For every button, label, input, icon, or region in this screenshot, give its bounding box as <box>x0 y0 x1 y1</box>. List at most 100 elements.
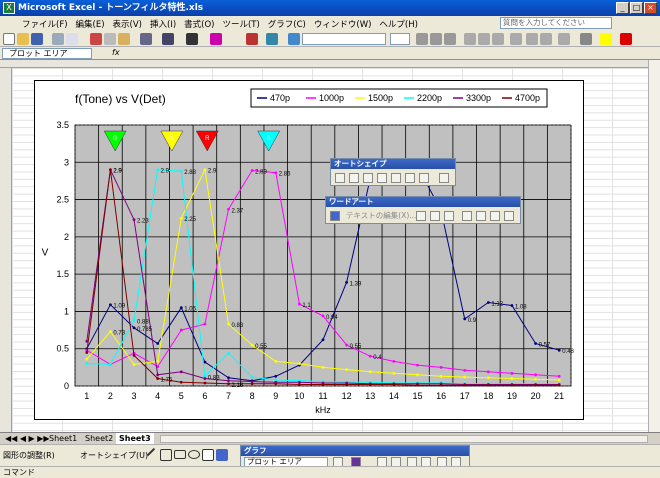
close-button[interactable]: × <box>644 2 657 14</box>
fill-color-icon[interactable] <box>600 33 612 45</box>
align-right-icon[interactable] <box>492 33 504 45</box>
copy-icon[interactable] <box>104 33 116 45</box>
x-tick-label: 7 <box>226 391 231 401</box>
maximize-button[interactable]: □ <box>630 2 643 14</box>
menu-file[interactable]: ファイル(F) <box>18 18 72 30</box>
tab-scroll-icon[interactable]: ◀◀ ◀ ▶ ▶▶ <box>2 433 53 444</box>
series-point <box>85 351 89 354</box>
wordart-icon[interactable] <box>216 449 228 461</box>
tab-sheet3[interactable]: Sheet3 <box>116 433 154 444</box>
x-tick-label: 18 <box>483 391 493 401</box>
fx-icon[interactable]: fx <box>112 47 120 59</box>
bold-icon[interactable] <box>416 33 428 45</box>
save-icon[interactable] <box>31 33 43 45</box>
menu-tools[interactable]: ツール(T) <box>218 18 263 30</box>
drawing-icon[interactable] <box>266 33 278 45</box>
rectangle-icon[interactable] <box>174 450 186 459</box>
font-color-icon[interactable] <box>620 33 632 45</box>
font-name-select[interactable] <box>302 33 386 45</box>
basic-shapes-icon[interactable] <box>363 173 373 183</box>
row-headers[interactable] <box>0 68 12 440</box>
currency-icon[interactable] <box>526 33 538 45</box>
oval-icon[interactable] <box>188 450 200 459</box>
autoshape-palette[interactable]: オートシェイプ <box>330 158 456 186</box>
spacing-icon[interactable] <box>504 211 514 221</box>
merge-icon[interactable] <box>510 33 522 45</box>
connectors-icon[interactable] <box>349 173 359 183</box>
autoshape-menu-button[interactable]: オートシェイプ(U) <box>80 450 148 461</box>
wordart-gallery-icon[interactable] <box>416 211 426 221</box>
menu-chart[interactable]: グラフ(C) <box>264 18 310 30</box>
insert-wordart-icon[interactable] <box>330 211 340 221</box>
vertical-text-icon[interactable] <box>476 211 486 221</box>
menu-edit[interactable]: 編集(E) <box>72 18 109 30</box>
window-title-bar: Microsoft Excel - トーンフィルタ特性.xls <box>0 0 660 16</box>
x-tick-label: 6 <box>202 391 207 401</box>
tab-sheet1[interactable]: Sheet1 <box>46 433 80 444</box>
format-wordart-icon[interactable] <box>430 211 440 221</box>
data-label: 2.9 <box>113 169 122 175</box>
preview-icon[interactable] <box>66 33 78 45</box>
minimize-button[interactable]: _ <box>616 2 629 14</box>
series-point <box>416 383 419 387</box>
name-box[interactable]: プロット エリア <box>2 48 92 59</box>
indent-icon[interactable] <box>558 33 570 45</box>
x-tick-label: 10 <box>294 391 304 401</box>
align-left-icon[interactable] <box>464 33 476 45</box>
sort-icon[interactable] <box>210 33 222 45</box>
callouts-icon[interactable] <box>419 173 429 183</box>
chart-area[interactable]: 0 0.5 1 1.5 2 2.5 3 3.5 1 2 3 4 5 6 7 8 9 10 11 12 13 14 15 16 1… <box>34 80 584 420</box>
wordart-shape-icon[interactable] <box>444 211 454 221</box>
series-point <box>486 301 490 304</box>
x-tick-label: 4 <box>155 391 160 401</box>
series-point <box>203 381 207 385</box>
align-center-icon[interactable] <box>478 33 490 45</box>
excel-app-icon[interactable]: X <box>3 2 15 14</box>
lines-icon[interactable] <box>335 173 345 183</box>
flowchart-icon[interactable] <box>391 173 401 183</box>
new-icon[interactable] <box>3 33 15 45</box>
chart-svg[interactable]: 00.511.522.533.51 2 3 4 5 6 7 8 9 10 11 12 13 14 15 16 1… <box>35 81 585 421</box>
block-arrows-icon[interactable] <box>377 173 387 183</box>
more-shapes-icon[interactable] <box>439 173 449 183</box>
ask-question-input[interactable]: 質問を入力してください <box>500 17 612 29</box>
series-point <box>132 362 136 366</box>
edit-text-button[interactable]: テキストの編集(X)... <box>346 210 416 222</box>
underline-icon[interactable] <box>444 33 456 45</box>
series-point <box>179 370 183 374</box>
borders-icon[interactable] <box>580 33 592 45</box>
textbox-icon[interactable] <box>202 449 214 461</box>
percent-icon[interactable] <box>540 33 552 45</box>
menu-window[interactable]: ウィンドウ(W) <box>310 18 376 30</box>
chart-wizard-icon[interactable] <box>246 33 258 45</box>
graph-toolbar[interactable]: グラフ プロット エリア <box>240 445 470 467</box>
data-label: 1.05 <box>184 307 196 313</box>
autosum-icon[interactable] <box>186 33 198 45</box>
x-tick-label: 8 <box>250 391 255 401</box>
column-headers[interactable] <box>0 60 660 68</box>
series-point <box>416 363 419 367</box>
y-tick-label: 2.5 <box>56 195 69 205</box>
wordart-palette[interactable]: ワードアート テキストの編集(X)... <box>325 196 521 224</box>
help-icon[interactable] <box>288 33 300 45</box>
stars-icon[interactable] <box>405 173 415 183</box>
menu-view[interactable]: 表示(V) <box>109 18 146 30</box>
menu-format[interactable]: 書式(O) <box>180 18 218 30</box>
open-icon[interactable] <box>17 33 29 45</box>
print-icon[interactable] <box>52 33 64 45</box>
vertical-scrollbar[interactable] <box>648 60 660 440</box>
menu-help[interactable]: ヘルプ(H) <box>375 18 422 30</box>
cut-icon[interactable] <box>90 33 102 45</box>
draw-menu-button[interactable]: 図形の調整(R) <box>3 450 55 461</box>
arrow-icon[interactable] <box>160 449 172 461</box>
horizontal-scrollbar[interactable] <box>160 435 648 443</box>
tab-sheet2[interactable]: Sheet2 <box>82 433 116 444</box>
menu-insert[interactable]: 挿入(I) <box>146 18 180 30</box>
paste-icon[interactable] <box>118 33 130 45</box>
font-size-select[interactable] <box>390 33 410 45</box>
alignment-icon[interactable] <box>490 211 500 221</box>
redo-icon[interactable] <box>162 33 174 45</box>
same-height-icon[interactable] <box>462 211 472 221</box>
undo-icon[interactable] <box>140 33 152 45</box>
italic-icon[interactable] <box>430 33 442 45</box>
